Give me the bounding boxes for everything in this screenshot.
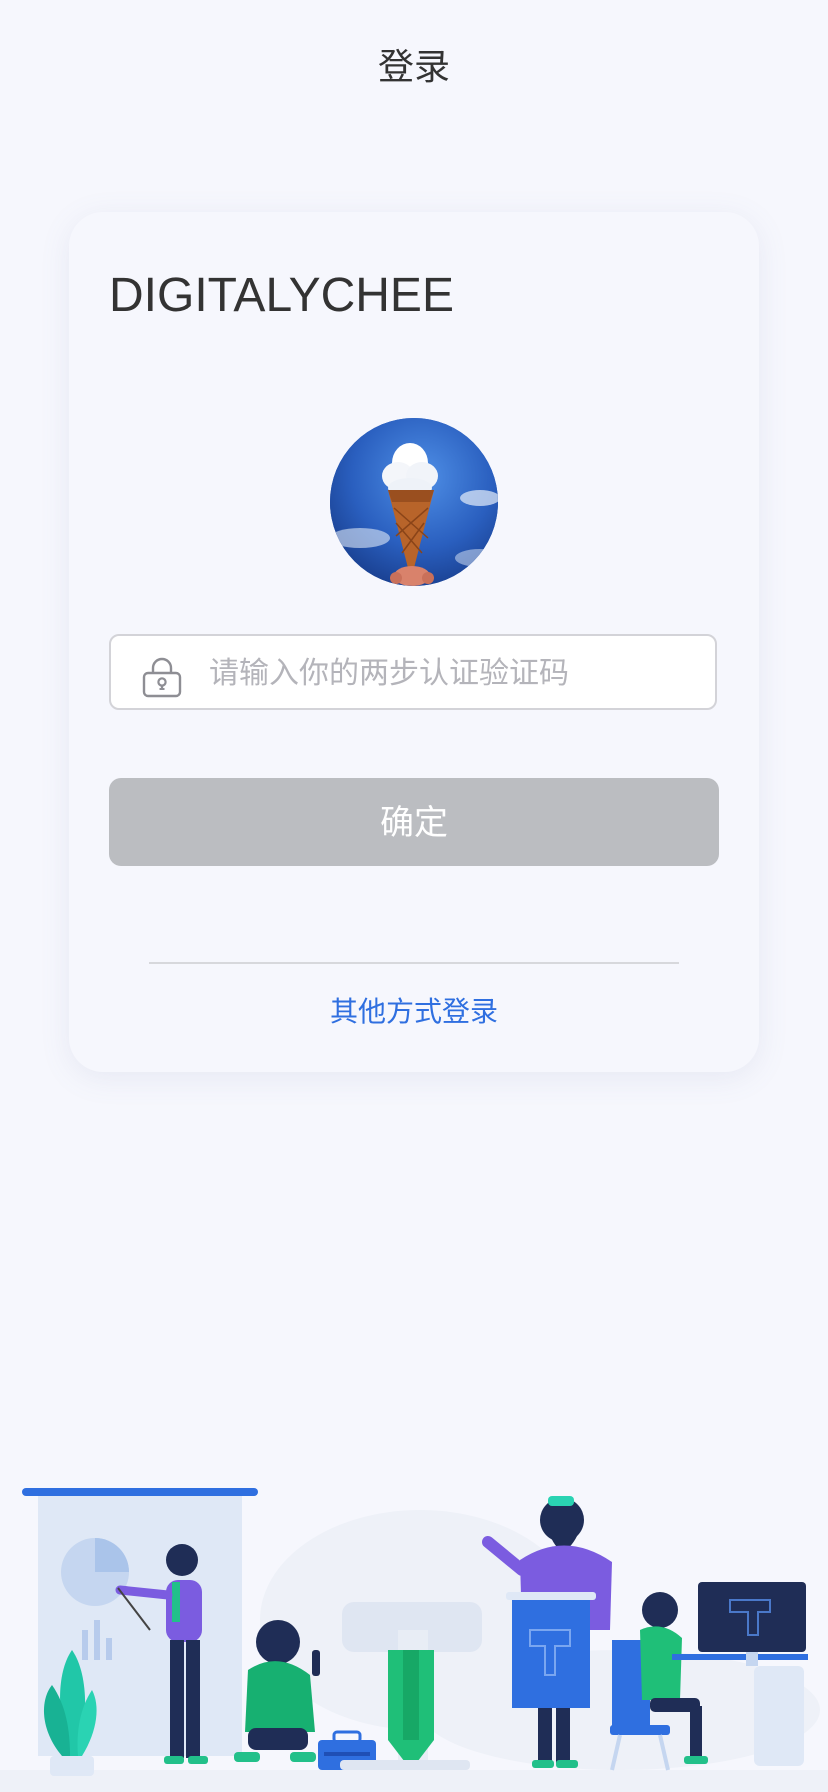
other-login-link[interactable]: 其他方式登录 [69,990,759,1030]
two-step-code-input[interactable] [207,636,711,710]
two-step-code-field[interactable] [109,634,717,710]
divider [149,962,679,964]
team-working-illustration [0,1488,828,1792]
confirm-button[interactable]: 确定 [109,778,719,866]
ice-cream-cloud-image [330,418,498,586]
lock-icon [142,657,182,698]
avatar [330,418,498,586]
page-title: 登录 [377,47,450,88]
brand-name: DIGITALYCHEE [109,269,454,322]
login-page: 登录 DIGITALYCHEE 请输入你的两步认证验证码 确定 其他方式登录 [0,0,828,1792]
login-card: DIGITALYCHEE 请输入你的两步认证验证码 确定 其他方式登录 [69,212,759,1072]
